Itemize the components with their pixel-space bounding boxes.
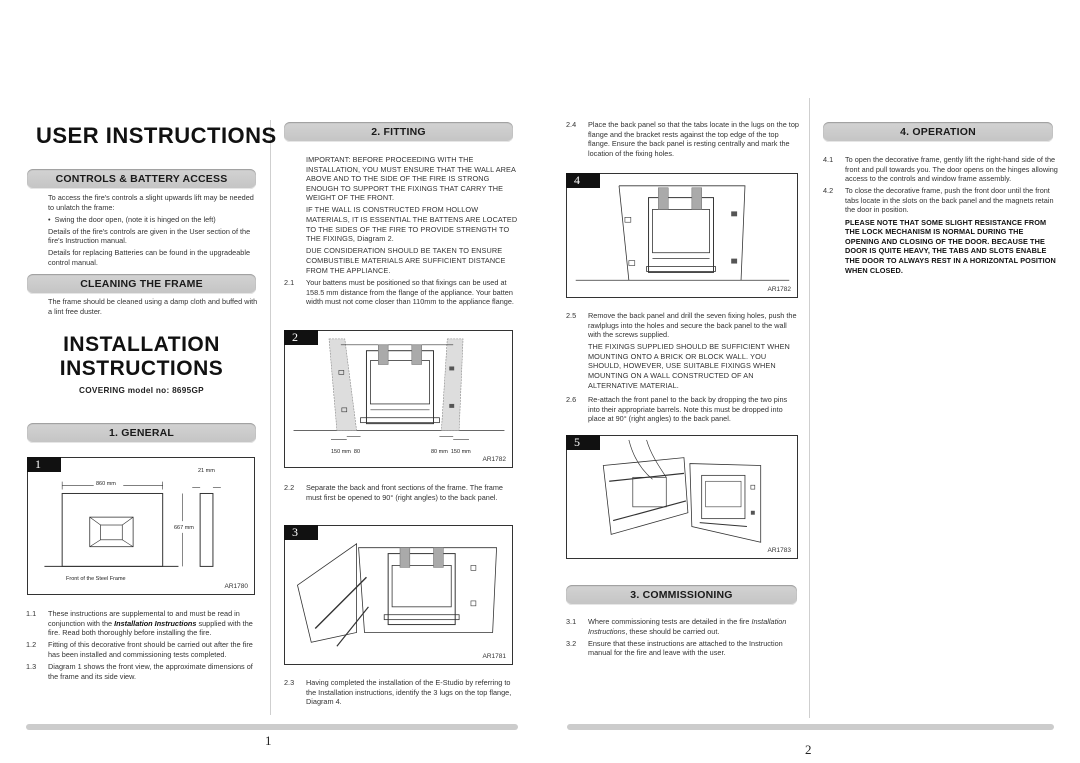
fixings-warning: THE FIXINGS SUPPLIED SHOULD BE SUFFICIEN… xyxy=(588,342,790,390)
diagram-3: 3 AR1781 xyxy=(284,525,513,665)
right-spacing-label: 80 mm 150 mm xyxy=(431,449,471,455)
height-dimension-label: 667 mm xyxy=(174,525,194,531)
batten-position-drawing xyxy=(293,338,505,440)
commissioning-item: 3.1 Where commissioning tests are detail… xyxy=(566,617,787,636)
operation-item: 4.1 To open the decorative frame, gently… xyxy=(823,155,1058,184)
column-divider xyxy=(270,120,271,715)
fitting-warnings: IMPORTANT: BEFORE PROCEEDING WITH THE IN… xyxy=(306,155,518,278)
commissioning-heading: 3. COMMISSIONING xyxy=(566,585,797,605)
cleaning-heading: CLEANING THE FRAME xyxy=(27,274,256,294)
installation-title: INSTALLATION INSTRUCTIONS xyxy=(59,333,224,380)
general-item: 1.1 These instructions are supplemental … xyxy=(26,609,253,638)
page-number-1: 1 xyxy=(265,733,272,748)
commissioning-item: 3.2 Ensure that these instructions are a… xyxy=(566,638,783,658)
fitting-item: 2.4 Place the back panel so that the tab… xyxy=(566,120,799,158)
fitting-item: 2.1 Your battens must be positioned so t… xyxy=(284,278,514,307)
left-spacing-label: 150 mm 80 xyxy=(331,449,361,455)
fitting-warning: IF THE WALL IS CONSTRUCTED FROM HOLLOW M… xyxy=(306,205,518,244)
cleaning-section: The frame should be cleaned using a damp… xyxy=(48,297,260,319)
model-number: COVERING model no: 8695GP xyxy=(79,386,204,395)
back-panel-lugs-drawing xyxy=(575,185,790,281)
controls-paragraph: To access the fire's controls a slight u… xyxy=(48,193,254,212)
diagram-code: AR1783 xyxy=(767,547,792,554)
general-items: 1.1 These instructions are supplemental … xyxy=(26,609,260,684)
page-1-footer-bar xyxy=(26,724,518,730)
opened-frame-drawing xyxy=(297,542,497,647)
fitting-warning: IMPORTANT: BEFORE PROCEEDING WITH THE IN… xyxy=(306,155,516,203)
general-heading: 1. GENERAL xyxy=(27,423,256,443)
fitting-items-cont: 2.5 Remove the back panel and drill the … xyxy=(566,311,800,427)
reattach-front-panel-drawing xyxy=(602,439,762,543)
operation-item: 4.2 To close the decorative frame, push … xyxy=(823,186,1058,277)
diagram-1: 1 860 mm 21 mm 667 mm Front of the Steel… xyxy=(27,457,255,595)
diagram-code: AR1782 xyxy=(767,286,792,293)
controls-paragraph: Details for replacing Batteries can be f… xyxy=(48,248,251,268)
diagram-4: 4 AR1782 xyxy=(566,173,798,298)
user-instructions-title: USER INSTRUCTIONS xyxy=(36,123,277,148)
controls-battery-heading: CONTROLS & BATTERY ACCESS xyxy=(27,169,256,189)
commissioning-items: 3.1 Where commissioning tests are detail… xyxy=(566,617,800,660)
operation-items: 4.1 To open the decorative frame, gently… xyxy=(823,155,1058,280)
controls-bullet: • Swing the door open, (note it is hinge… xyxy=(48,214,216,224)
page-2-footer-bar xyxy=(567,724,1054,730)
diagram-5: 5 AR1783 xyxy=(566,435,798,559)
depth-dimension-label: 21 mm xyxy=(198,468,215,474)
diagram-code: AR1780 xyxy=(224,583,249,590)
fitting-heading: 2. FITTING xyxy=(284,122,513,142)
controls-section: To access the fire's controls a slight u… xyxy=(48,193,260,270)
page-number-2: 2 xyxy=(805,742,812,757)
fitting-warning: DUE CONSIDERATION SHOULD BE TAKEN TO ENS… xyxy=(306,246,506,275)
fitting-item: 2.3 Having completed the installation of… xyxy=(284,678,512,707)
controls-paragraph: Details of the fire's controls are given… xyxy=(48,226,251,246)
diagram-caption: Front of the Steel Frame xyxy=(66,576,126,582)
width-dimension-label: 860 mm xyxy=(96,481,116,487)
operation-note: PLEASE NOTE THAT SOME SLIGHT RESISTANCE … xyxy=(845,217,1056,275)
general-item: 1.2 Fitting of this decorative front sho… xyxy=(26,640,253,659)
operation-heading: 4. OPERATION xyxy=(823,122,1053,142)
fitting-item: 2.2 Separate the back and front sections… xyxy=(284,483,503,502)
diagram-2: 2 150 mm 80 80 mm 150 mm AR1782 xyxy=(284,330,513,468)
diagram-code: AR1782 xyxy=(482,456,507,463)
column-divider xyxy=(809,98,810,718)
general-item: 1.3 Diagram 1 shows the front view, the … xyxy=(26,661,253,681)
cleaning-paragraph: The frame should be cleaned using a damp… xyxy=(48,297,258,316)
diagram-code: AR1781 xyxy=(482,653,507,660)
frame-dimensions-drawing xyxy=(44,481,221,567)
